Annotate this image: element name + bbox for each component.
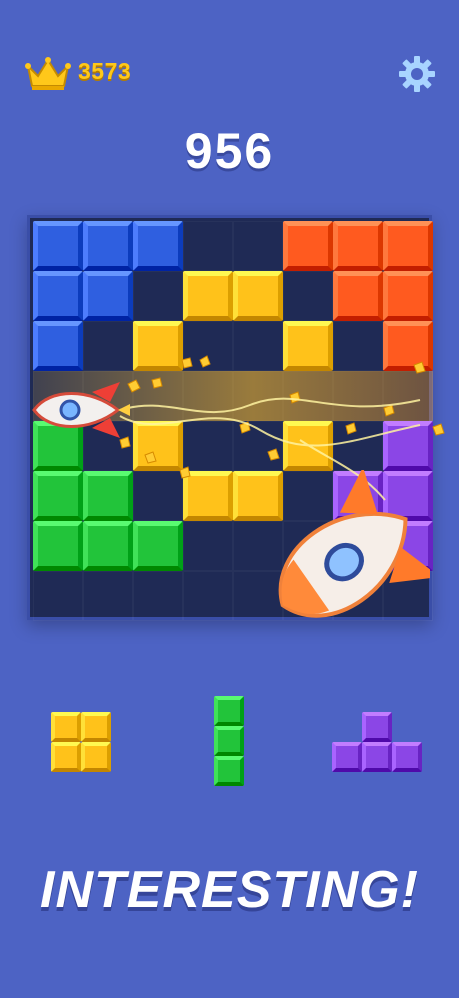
empty-cell[interactable]	[133, 471, 183, 521]
top-bar: 3573	[0, 0, 459, 110]
tray-piece-vertical-line[interactable]	[214, 696, 244, 786]
block-cell-blue[interactable]	[33, 221, 83, 271]
empty-cell[interactable]	[283, 371, 333, 421]
piece-block-purple	[362, 742, 392, 772]
empty-cell[interactable]	[183, 221, 233, 271]
empty-cell[interactable]	[383, 371, 433, 421]
piece-block-yellow	[81, 712, 111, 742]
empty-cell[interactable]	[233, 321, 283, 371]
piece-block-yellow	[51, 742, 81, 772]
block-cell-orange[interactable]	[383, 321, 433, 371]
best-score: 3573	[78, 58, 132, 84]
block-cell-green[interactable]	[83, 471, 133, 521]
block-cell-orange[interactable]	[333, 221, 383, 271]
piece-block-purple	[332, 742, 362, 772]
empty-cell[interactable]	[183, 321, 233, 371]
block-cell-yellow[interactable]	[283, 321, 333, 371]
tray-piece-square[interactable]	[51, 712, 111, 772]
empty-cell[interactable]	[83, 321, 133, 371]
block-cell-orange[interactable]	[383, 221, 433, 271]
block-cell-green[interactable]	[83, 521, 133, 571]
empty-cell[interactable]	[283, 271, 333, 321]
empty-cell[interactable]	[33, 571, 83, 621]
rocket-icon-large	[278, 470, 430, 618]
piece-block-purple	[362, 712, 392, 742]
block-cell-purple[interactable]	[383, 421, 433, 471]
block-cell-green[interactable]	[33, 521, 83, 571]
block-cell-yellow[interactable]	[283, 421, 333, 471]
block-cell-yellow[interactable]	[233, 271, 283, 321]
block-cell-blue[interactable]	[83, 271, 133, 321]
block-cell-blue[interactable]	[33, 271, 83, 321]
piece-block-green	[214, 756, 244, 786]
empty-cell[interactable]	[333, 421, 383, 471]
gear-icon[interactable]	[397, 54, 437, 94]
empty-cell[interactable]	[233, 421, 283, 471]
empty-cell[interactable]	[333, 321, 383, 371]
block-cell-blue[interactable]	[33, 321, 83, 371]
block-cell-orange[interactable]	[383, 271, 433, 321]
piece-block-green	[214, 696, 244, 726]
empty-cell[interactable]	[233, 221, 283, 271]
block-cell-yellow[interactable]	[133, 421, 183, 471]
crown-icon	[25, 57, 71, 90]
piece-block-yellow	[51, 712, 81, 742]
current-score: 956	[184, 123, 275, 179]
rocket-icon-small	[32, 382, 130, 438]
empty-cell[interactable]	[183, 521, 233, 571]
tray-piece-t-piece[interactable]	[332, 712, 422, 772]
block-cell-green[interactable]	[133, 521, 183, 571]
block-cell-blue[interactable]	[133, 221, 183, 271]
piece-block-purple	[392, 742, 422, 772]
piece-block-green	[214, 726, 244, 756]
empty-cell[interactable]	[133, 371, 183, 421]
block-cell-orange[interactable]	[283, 221, 333, 271]
empty-cell[interactable]	[133, 271, 183, 321]
block-cell-green[interactable]	[33, 471, 83, 521]
empty-cell[interactable]	[183, 421, 233, 471]
block-cell-yellow[interactable]	[183, 471, 233, 521]
block-cell-yellow[interactable]	[183, 271, 233, 321]
empty-cell[interactable]	[183, 371, 233, 421]
empty-cell[interactable]	[333, 371, 383, 421]
slogan-banner: INTERESTING!	[40, 861, 419, 919]
empty-cell[interactable]	[233, 371, 283, 421]
block-cell-orange[interactable]	[333, 271, 383, 321]
empty-cell[interactable]	[83, 571, 133, 621]
block-cell-blue[interactable]	[83, 221, 133, 271]
piece-block-yellow	[81, 742, 111, 772]
empty-cell[interactable]	[183, 571, 233, 621]
block-cell-yellow[interactable]	[133, 321, 183, 371]
empty-cell[interactable]	[133, 571, 183, 621]
